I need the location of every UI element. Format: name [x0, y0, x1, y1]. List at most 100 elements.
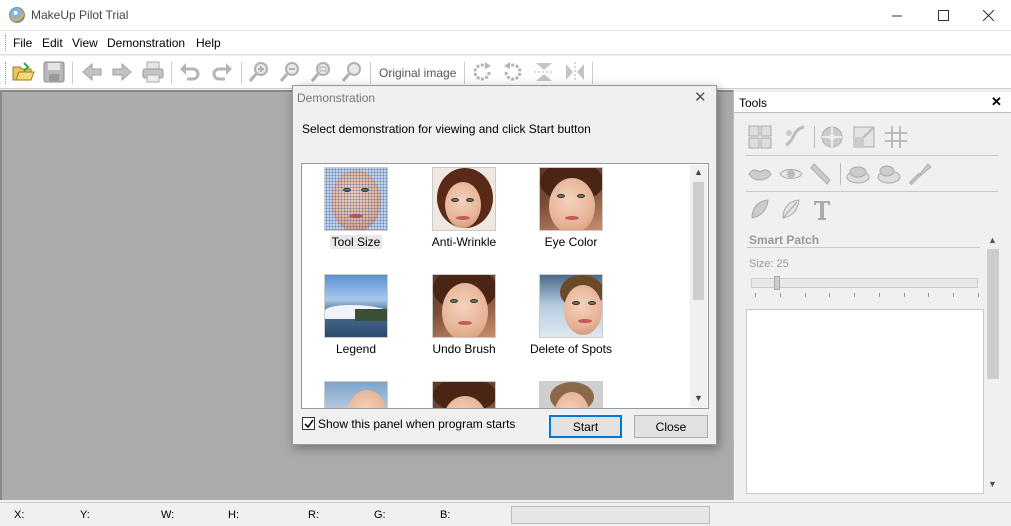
- tool-pencil-button[interactable]: [809, 161, 835, 187]
- undo-button[interactable]: [178, 60, 202, 84]
- close-button[interactable]: Close: [634, 415, 708, 438]
- arrow-right-icon: [112, 62, 132, 82]
- demo-item-delete-of-spots[interactable]: Delete of Spots: [521, 274, 621, 356]
- tools-separator: [814, 126, 815, 148]
- demo-item-label: Legend: [335, 342, 377, 356]
- rotate-cw-button[interactable]: [470, 60, 494, 84]
- size-label: Size: 25: [749, 258, 789, 270]
- menu-edit[interactable]: Edit: [42, 36, 63, 50]
- hash-grid-icon: [885, 126, 907, 148]
- scroll-thumb[interactable]: [693, 182, 704, 300]
- save-icon: [43, 61, 65, 83]
- status-g: G:: [374, 509, 386, 521]
- menu-help[interactable]: Help: [196, 36, 221, 50]
- tool-text-button[interactable]: [809, 197, 835, 223]
- blush-icon: [877, 165, 901, 184]
- redo-button[interactable]: [210, 60, 234, 84]
- tool-retouch-button[interactable]: [782, 124, 808, 150]
- demonstration-dialog: Demonstration ✕ Select demonstration for…: [292, 85, 717, 445]
- save-button[interactable]: [42, 60, 66, 84]
- maximize-button[interactable]: [920, 0, 966, 31]
- zoom-in-icon: [248, 62, 268, 82]
- open-button[interactable]: [11, 60, 35, 84]
- tool-lips-button[interactable]: [747, 161, 773, 187]
- tools-scrollbar[interactable]: ▲ ▼: [985, 233, 1001, 493]
- demo-item-row3-3[interactable]: [521, 381, 621, 408]
- dialog-instruction: Select demonstration for viewing and cli…: [302, 122, 591, 136]
- leaf-icon: [782, 199, 800, 219]
- menu-file[interactable]: File: [13, 36, 32, 50]
- open-folder-icon: [12, 62, 35, 81]
- demonstration-list-scrollbar[interactable]: ▲ ▼: [690, 165, 707, 407]
- back-button[interactable]: [80, 60, 104, 84]
- tool-blush-button[interactable]: [876, 161, 902, 187]
- show-panel-label[interactable]: Show this panel when program starts: [318, 417, 515, 431]
- scroll-up-icon[interactable]: ▲: [988, 235, 997, 245]
- printer-icon: [142, 61, 164, 83]
- menu-bar: File Edit View Demonstration Help: [0, 31, 1011, 55]
- demo-item-legend[interactable]: Legend: [306, 274, 406, 356]
- start-button[interactable]: Start: [549, 415, 622, 438]
- minimize-button[interactable]: [874, 0, 920, 31]
- feather-icon: [751, 199, 769, 219]
- tool-eye-button[interactable]: [778, 161, 804, 187]
- tool-smooth-button[interactable]: [778, 197, 804, 223]
- forward-button[interactable]: [110, 60, 134, 84]
- rotate-ccw-button[interactable]: [501, 60, 525, 84]
- tool-brush-button[interactable]: [907, 161, 933, 187]
- toolbar-separator: [464, 62, 465, 84]
- zoom-actual-button[interactable]: [340, 60, 364, 84]
- demo-thumbnail: [324, 167, 388, 231]
- size-slider-thumb[interactable]: [774, 276, 780, 290]
- demo-item-tool-size[interactable]: Tool Size: [306, 167, 406, 249]
- menu-view[interactable]: View: [72, 36, 98, 50]
- close-icon: [982, 10, 994, 21]
- tool-thumbnails-button[interactable]: [747, 124, 773, 150]
- print-button[interactable]: [141, 60, 165, 84]
- demo-item-row3-2[interactable]: [414, 381, 514, 408]
- scroll-thumb[interactable]: [987, 249, 999, 379]
- demo-thumbnail: [432, 274, 496, 338]
- scroll-up-icon[interactable]: ▲: [694, 167, 703, 177]
- original-image-button[interactable]: Original image: [379, 66, 456, 80]
- status-h: H:: [228, 509, 239, 521]
- close-window-button[interactable]: [965, 0, 1011, 31]
- size-slider[interactable]: [751, 278, 978, 288]
- scroll-down-icon[interactable]: ▼: [694, 393, 703, 403]
- tool-crop-button[interactable]: [851, 124, 877, 150]
- demo-item-anti-wrinkle[interactable]: Anti-Wrinkle: [414, 167, 514, 249]
- toolbar-separator: [370, 62, 371, 84]
- demo-thumbnail: [324, 381, 388, 408]
- tool-patch-button[interactable]: [747, 197, 773, 223]
- demo-item-label: Undo Brush: [432, 342, 496, 356]
- tools-panel: Tools ✕ Smart Patch Size: 25 ▲ ▼: [733, 90, 1011, 500]
- zoom-out-button[interactable]: [278, 60, 302, 84]
- dialog-close-button[interactable]: ✕: [694, 88, 707, 106]
- demo-item-label: Tool Size: [329, 235, 383, 249]
- toolbar-grip: [5, 62, 7, 84]
- show-panel-checkbox[interactable]: [302, 417, 315, 430]
- zoom-out-icon: [279, 62, 299, 82]
- tool-powder-button[interactable]: [845, 161, 871, 187]
- demo-thumbnail: [539, 381, 603, 408]
- demo-item-eye-color[interactable]: Eye Color: [521, 167, 621, 249]
- tools-close-button[interactable]: ✕: [991, 94, 1002, 110]
- maximize-icon: [937, 10, 949, 21]
- app-icon: [9, 7, 25, 23]
- status-progress-bar: [511, 506, 710, 524]
- demo-item-row3-1[interactable]: [306, 381, 406, 408]
- zoom-fit-button[interactable]: [309, 60, 333, 84]
- tool-grid-button[interactable]: [883, 124, 909, 150]
- zoom-in-button[interactable]: [247, 60, 271, 84]
- scroll-down-icon[interactable]: ▼: [988, 479, 997, 489]
- tool-color-button[interactable]: [819, 124, 845, 150]
- crop-icon: [853, 126, 875, 148]
- toolbar-separator: [592, 62, 593, 84]
- rotate-clockwise-icon: [473, 62, 491, 81]
- menu-demonstration[interactable]: Demonstration: [107, 36, 185, 50]
- toolbar-separator: [72, 62, 73, 84]
- flip-horizontal-button[interactable]: [563, 60, 587, 84]
- checkmark-icon: [303, 419, 314, 428]
- flip-vertical-button[interactable]: [532, 60, 556, 84]
- demo-item-undo-brush[interactable]: Undo Brush: [414, 274, 514, 356]
